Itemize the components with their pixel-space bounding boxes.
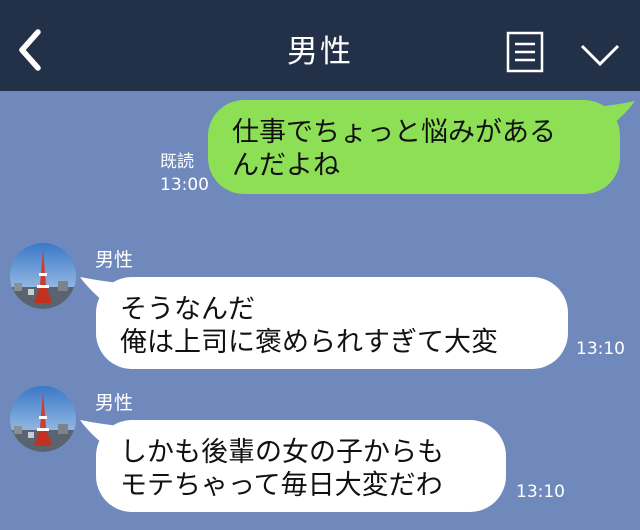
message-line: しかも後輩の女の子からも	[120, 437, 444, 468]
sender-name: 男性	[95, 392, 134, 414]
incoming-message[interactable]: そうなんだ 俺は上司に褒められすぎて大変	[96, 277, 568, 369]
message-line: 俺は上司に褒められすぎて大変	[120, 327, 498, 358]
message-time: 13:10	[576, 339, 625, 359]
message-time: 13:10	[516, 482, 565, 502]
chat-area[interactable]: 仕事でちょっと悩みがある んだよね 既読 13:00 男性 そうなんだ 俺は上司…	[0, 91, 640, 530]
sender-name: 男性	[95, 249, 134, 271]
expand-button[interactable]	[578, 38, 622, 70]
message-line: 仕事でちょっと悩みがある	[232, 117, 556, 148]
message-line: んだよね	[232, 150, 340, 181]
avatar[interactable]	[10, 386, 76, 452]
chat-header: 男性	[0, 0, 640, 91]
read-label: 既読	[160, 152, 194, 172]
message-time: 13:00	[160, 175, 209, 195]
outgoing-message[interactable]: 仕事でちょっと悩みがある んだよね	[208, 100, 620, 194]
read-receipt: 既読 13:00	[160, 152, 209, 196]
message-line: そうなんだ	[120, 294, 255, 325]
incoming-message[interactable]: しかも後輩の女の子からも モテちゃって毎日大変だわ	[96, 420, 506, 512]
menu-button[interactable]	[506, 31, 544, 73]
tokyo-tower-avatar-icon	[10, 243, 76, 309]
chat-title: 男性	[287, 34, 353, 70]
tokyo-tower-avatar-icon	[10, 386, 76, 452]
note-menu-icon	[506, 31, 544, 73]
chevron-down-icon	[580, 44, 620, 67]
message-line: モテちゃって毎日大変だわ	[120, 470, 443, 501]
avatar[interactable]	[10, 243, 76, 309]
